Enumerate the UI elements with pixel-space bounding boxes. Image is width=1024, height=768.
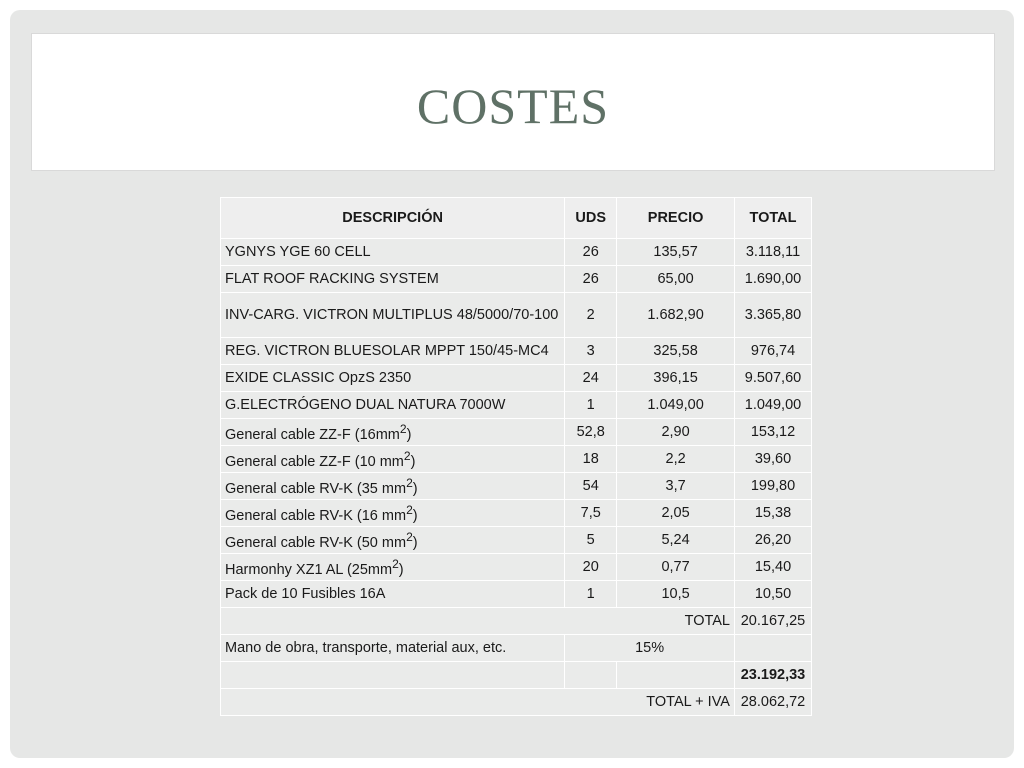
- row-units: 20: [564, 553, 618, 581]
- table-row: EXIDE CLASSIC OpzS 2350 24 396,15 9.507,…: [219, 364, 813, 392]
- table-row: General cable RV-K (50 mm2) 5 5,24 26,20: [219, 526, 813, 554]
- table-row: INV-CARG. VICTRON MULTIPLUS 48/5000/70-1…: [219, 292, 813, 338]
- row-price: 1.682,90: [616, 292, 735, 338]
- header-units: UDS: [564, 197, 618, 239]
- row-price: 396,15: [616, 364, 735, 392]
- row-description: YGNYS YGE 60 CELL: [219, 238, 566, 266]
- row-units: 24: [564, 364, 618, 392]
- table-row: General cable RV-K (16 mm2) 7,5 2,05 15,…: [219, 499, 813, 527]
- header-total: TOTAL: [733, 197, 813, 239]
- table-row: General cable RV-K (35 mm2) 54 3,7 199,8…: [219, 472, 813, 500]
- title-box: COSTES: [31, 33, 995, 171]
- table-row: FLAT ROOF RACKING SYSTEM 26 65,00 1.690,…: [219, 265, 813, 293]
- row-units: 2: [564, 292, 618, 338]
- row-total: 1.690,00: [733, 265, 813, 293]
- row-total: 153,12: [733, 418, 813, 446]
- row-description: General cable RV-K (35 mm2): [219, 472, 566, 500]
- row-total: 199,80: [733, 472, 813, 500]
- row-description: General cable ZZ-F (16mm2): [219, 418, 566, 446]
- iva-row: TOTAL + IVA 28.062,72: [220, 688, 813, 716]
- header-price: PRECIO: [616, 197, 735, 239]
- row-units: 18: [564, 445, 618, 473]
- row-units: 3: [564, 337, 618, 365]
- slide-title: COSTES: [416, 78, 610, 134]
- table-row: YGNYS YGE 60 CELL 26 135,57 3.118,11: [219, 238, 813, 266]
- table-row: G.ELECTRÓGENO DUAL NATURA 7000W 1 1.049,…: [219, 391, 813, 419]
- table-row: Pack de 10 Fusibles 16A 1 10,5 10,50: [219, 580, 813, 608]
- row-total: 10,50: [733, 580, 813, 608]
- row-units: 26: [564, 265, 618, 293]
- row-description: Harmonhy XZ1 AL (25mm2): [219, 553, 566, 581]
- row-price: 2,2: [616, 445, 735, 473]
- row-description: EXIDE CLASSIC OpzS 2350: [219, 364, 566, 392]
- row-price: 0,77: [616, 553, 735, 581]
- row-total: 3.365,80: [733, 292, 813, 338]
- header-description: DESCRIPCIÓN: [219, 197, 566, 239]
- row-price: 10,5: [616, 580, 735, 608]
- total-label: TOTAL: [220, 607, 735, 635]
- row-total: 15,40: [733, 553, 813, 581]
- row-total: 1.049,00: [733, 391, 813, 419]
- row-units: 5: [564, 526, 618, 554]
- labor-label: Mano de obra, transporte, material aux, …: [219, 634, 566, 662]
- labor-row: Mano de obra, transporte, material aux, …: [219, 634, 813, 662]
- row-price: 65,00: [616, 265, 735, 293]
- subtotal-empty-cell: [564, 661, 618, 689]
- subtotal-value: 23.192,33: [733, 661, 813, 689]
- row-total: 9.507,60: [733, 364, 813, 392]
- row-total: 3.118,11: [733, 238, 813, 266]
- table-header-row: DESCRIPCIÓN UDS PRECIO TOTAL: [219, 197, 813, 239]
- row-units: 54: [564, 472, 618, 500]
- costs-table: DESCRIPCIÓN UDS PRECIO TOTAL YGNYS YGE 6…: [219, 197, 813, 716]
- total-value: 20.167,25: [733, 607, 813, 635]
- row-price: 135,57: [616, 238, 735, 266]
- subtotal-empty-cell: [219, 661, 566, 689]
- row-units: 1: [564, 391, 618, 419]
- row-price: 1.049,00: [616, 391, 735, 419]
- row-total: 26,20: [733, 526, 813, 554]
- table-row: Harmonhy XZ1 AL (25mm2) 20 0,77 15,40: [219, 553, 813, 581]
- row-total: 39,60: [733, 445, 813, 473]
- row-price: 325,58: [616, 337, 735, 365]
- total-row: TOTAL 20.167,25: [220, 607, 813, 635]
- table-row: REG. VICTRON BLUESOLAR MPPT 150/45-MC4 3…: [219, 337, 813, 365]
- row-price: 3,7: [616, 472, 735, 500]
- row-description: General cable RV-K (50 mm2): [219, 526, 566, 554]
- row-units: 26: [564, 238, 618, 266]
- row-units: 7,5: [564, 499, 618, 527]
- row-price: 2,90: [616, 418, 735, 446]
- row-description: REG. VICTRON BLUESOLAR MPPT 150/45-MC4: [219, 337, 566, 365]
- row-total: 15,38: [733, 499, 813, 527]
- labor-percentage: 15%: [564, 634, 735, 662]
- row-description: INV-CARG. VICTRON MULTIPLUS 48/5000/70-1…: [219, 292, 566, 338]
- subtotal-empty-cell: [616, 661, 735, 689]
- iva-label: TOTAL + IVA: [220, 688, 735, 716]
- table-row: General cable ZZ-F (16mm2) 52,8 2,90 153…: [219, 418, 813, 446]
- row-total: 976,74: [733, 337, 813, 365]
- iva-value: 28.062,72: [733, 688, 813, 716]
- labor-empty-cell: [733, 634, 813, 662]
- row-description: Pack de 10 Fusibles 16A: [219, 580, 566, 608]
- row-description: General cable ZZ-F (10 mm2): [219, 445, 566, 473]
- row-units: 1: [564, 580, 618, 608]
- row-price: 5,24: [616, 526, 735, 554]
- table-row: General cable ZZ-F (10 mm2) 18 2,2 39,60: [219, 445, 813, 473]
- row-description: G.ELECTRÓGENO DUAL NATURA 7000W: [219, 391, 566, 419]
- row-description: FLAT ROOF RACKING SYSTEM: [219, 265, 566, 293]
- row-price: 2,05: [616, 499, 735, 527]
- subtotal-row: 23.192,33: [219, 661, 813, 689]
- row-description: General cable RV-K (16 mm2): [219, 499, 566, 527]
- row-units: 52,8: [564, 418, 618, 446]
